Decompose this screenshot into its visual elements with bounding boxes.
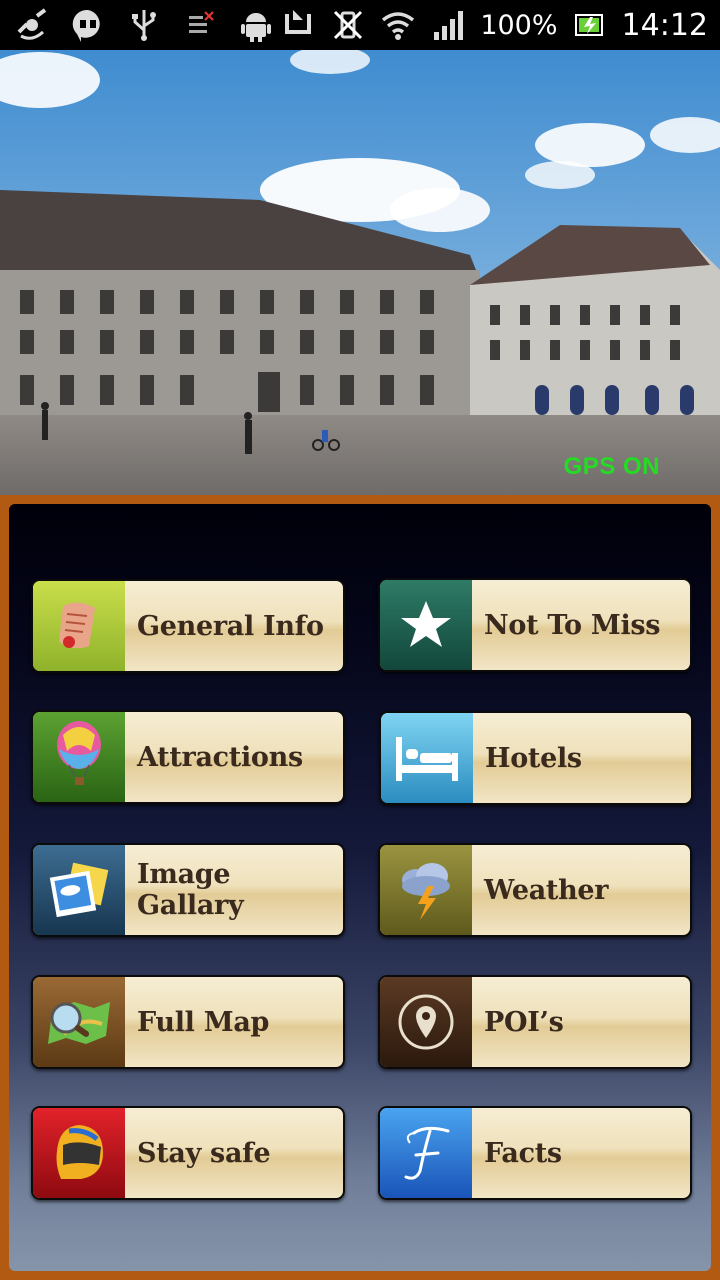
- nfc-icon: [280, 7, 316, 43]
- menu-panel-inner: General Info Not To Miss Attractions Hot…: [9, 504, 711, 1271]
- hotels-label: Hotels: [485, 742, 582, 774]
- scroll-icon: [33, 581, 125, 671]
- full-map-label: Full Map: [137, 1006, 270, 1038]
- image-gallary-label: Image Gallary: [137, 859, 244, 921]
- bed-icon: [381, 713, 473, 803]
- town-square-photo: [0, 50, 720, 495]
- not-to-miss-button[interactable]: Not To Miss: [378, 578, 692, 672]
- vibrate-off-icon: [330, 7, 366, 43]
- facts-button[interactable]: Facts: [378, 1106, 692, 1200]
- header-photo: GPS ON: [0, 50, 720, 495]
- gps-status: GPS ON: [563, 453, 660, 480]
- map-magnifier-icon: [33, 977, 125, 1067]
- image-gallary-button[interactable]: Image Gallary: [31, 843, 345, 937]
- hot-air-balloon-icon: [33, 712, 125, 802]
- general-info-label: General Info: [137, 610, 324, 642]
- cell-signal-icon: [430, 7, 466, 43]
- general-info-button[interactable]: General Info: [31, 579, 345, 673]
- usb-icon: [126, 7, 162, 43]
- hotels-button[interactable]: Hotels: [379, 711, 693, 805]
- helmet-icon: [33, 1108, 125, 1198]
- pois-button[interactable]: POI’s: [378, 975, 692, 1069]
- weather-label: Weather: [484, 874, 609, 906]
- wifi-icon: [380, 7, 416, 43]
- status-bar: 100% 14:12: [0, 0, 720, 50]
- stay-safe-button[interactable]: Stay safe: [31, 1106, 345, 1200]
- attractions-button[interactable]: Attractions: [31, 710, 345, 804]
- map-pin-icon: [380, 977, 472, 1067]
- full-map-button[interactable]: Full Map: [31, 975, 345, 1069]
- letter-f-icon: [380, 1108, 472, 1198]
- pois-label: POI’s: [484, 1006, 564, 1038]
- battery-percentage: 100%: [480, 9, 558, 41]
- stay-safe-label: Stay safe: [137, 1137, 271, 1169]
- android-icon: [238, 7, 274, 43]
- battery-charging-icon: [572, 7, 608, 43]
- menu-panel: General Info Not To Miss Attractions Hot…: [0, 495, 720, 1280]
- photos-icon: [33, 845, 125, 935]
- attractions-label: Attractions: [137, 741, 303, 773]
- signal-error-icon: [182, 7, 218, 43]
- storm-cloud-icon: [380, 845, 472, 935]
- facts-label: Facts: [484, 1137, 562, 1169]
- weather-button[interactable]: Weather: [378, 843, 692, 937]
- clock: 14:12: [621, 7, 708, 43]
- star-icon: [380, 580, 472, 670]
- not-to-miss-label: Not To Miss: [484, 609, 661, 641]
- gps-icon: [14, 7, 50, 43]
- hangouts-icon: [70, 7, 106, 43]
